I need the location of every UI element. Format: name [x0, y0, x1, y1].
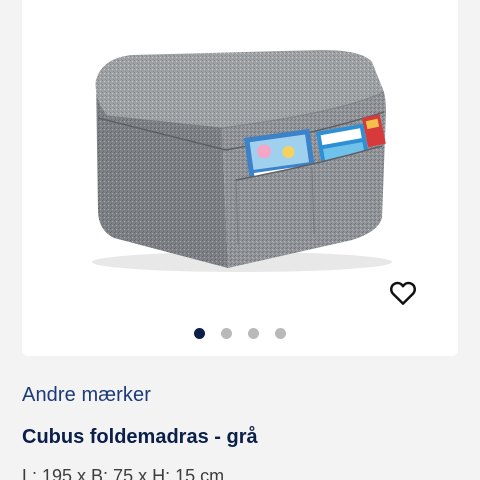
favorite-button[interactable] [386, 276, 420, 310]
product-image[interactable] [22, 0, 458, 320]
brand-link[interactable]: Andre mærker [22, 384, 151, 407]
gallery-dot-2[interactable] [221, 328, 232, 339]
product-image-card [22, 0, 458, 356]
gallery-dot-1[interactable] [194, 328, 205, 339]
heart-outline-icon [390, 281, 416, 305]
gallery-dot-4[interactable] [275, 328, 286, 339]
gallery-dot-3[interactable] [248, 328, 259, 339]
product-page: Andre mærker Cubus foldemadras - grå L: … [0, 0, 480, 480]
product-title: Cubus foldemadras - grå [22, 426, 258, 448]
gallery-pagination [22, 328, 458, 340]
product-dimensions: L: 195 x B: 75 x H: 15 cm [22, 466, 225, 480]
